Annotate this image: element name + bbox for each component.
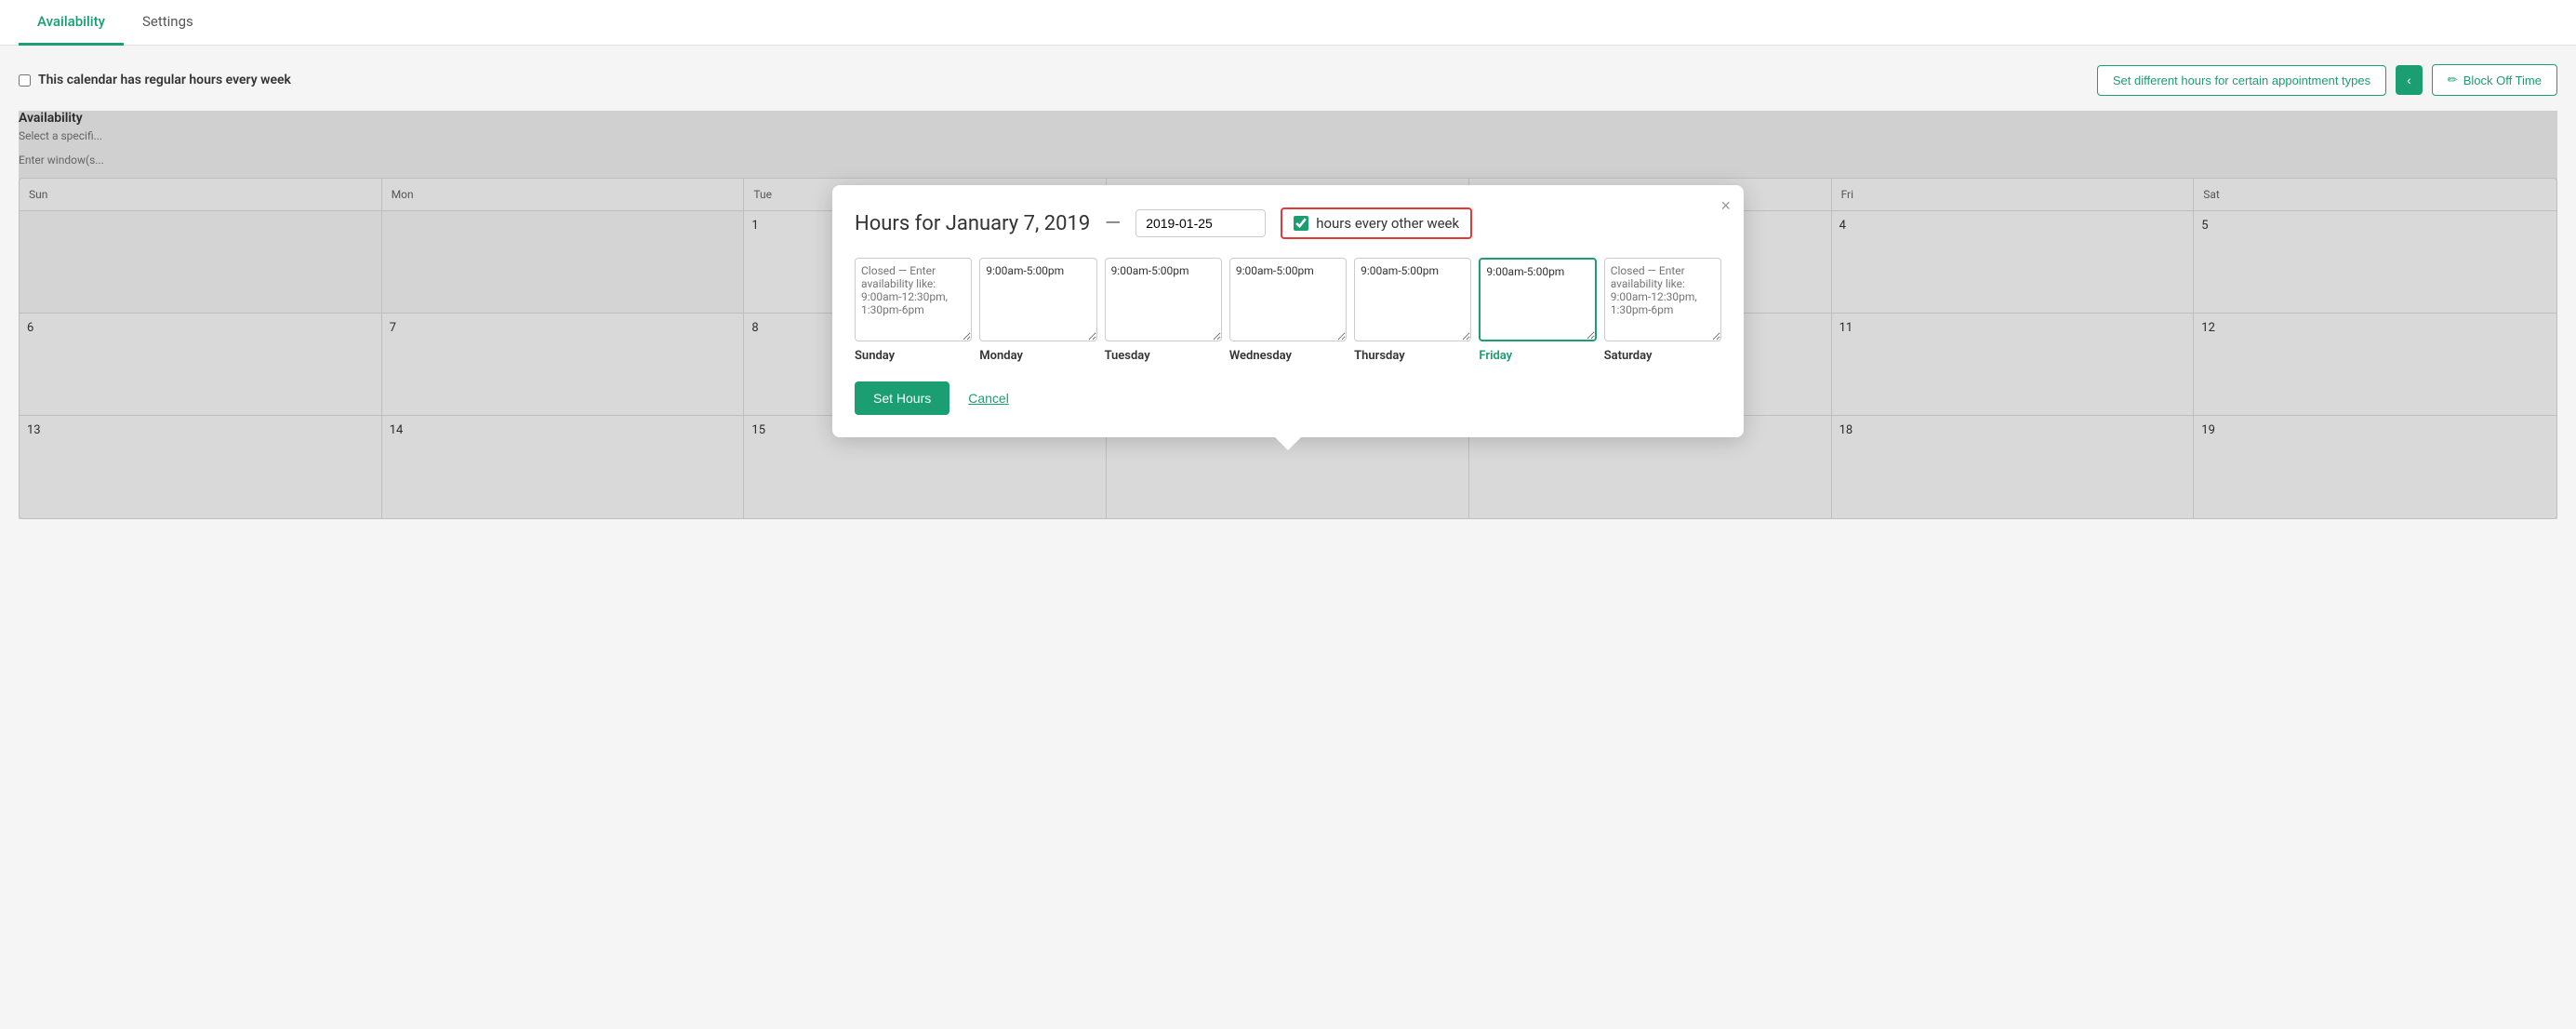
modal-overlay: × Hours for January 7, 2019 — hours ever… xyxy=(19,111,2557,519)
dash-separator: — xyxy=(1105,212,1121,235)
other-week-label: hours every other week xyxy=(1316,215,1459,232)
set-different-hours-label: Set different hours for certain appointm… xyxy=(2113,74,2370,87)
modal-footer: Set Hours Cancel xyxy=(855,381,1721,415)
day-col-saturday: Saturday xyxy=(1604,258,1721,363)
regular-hours-text: This calendar has regular hours every we… xyxy=(38,73,291,87)
tabs-bar: Availability Settings xyxy=(0,0,2576,46)
top-row: This calendar has regular hours every we… xyxy=(19,64,2557,96)
tab-settings[interactable]: Settings xyxy=(124,0,212,46)
regular-hours-label[interactable]: This calendar has regular hours every we… xyxy=(19,73,291,87)
sunday-label: Sunday xyxy=(855,345,972,363)
day-col-monday: 9:00am-5:00pm Monday xyxy=(979,258,1096,363)
other-week-checkbox[interactable] xyxy=(1294,216,1308,231)
set-hours-button[interactable]: Set Hours xyxy=(855,381,949,415)
cancel-button[interactable]: Cancel xyxy=(968,391,1009,406)
day-col-sunday: Sunday xyxy=(855,258,972,363)
modal-header: Hours for January 7, 2019 — hours every … xyxy=(855,207,1721,239)
top-buttons: Set different hours for certain appointm… xyxy=(2097,64,2557,96)
day-col-wednesday: 9:00am-5:00pm Wednesday xyxy=(1229,258,1347,363)
hours-modal: × Hours for January 7, 2019 — hours ever… xyxy=(832,185,1744,437)
friday-label: Friday xyxy=(1479,345,1596,363)
block-off-time-button[interactable]: ✏ Block Off Time xyxy=(2432,64,2557,96)
thursday-label: Thursday xyxy=(1354,345,1471,363)
day-col-friday: 9:00am-5:00pm Friday xyxy=(1479,258,1596,363)
block-off-time-label: Block Off Time xyxy=(2463,74,2542,87)
sunday-textarea[interactable] xyxy=(855,258,972,341)
chevron-left-icon[interactable]: ‹ xyxy=(2396,65,2423,95)
tuesday-label: Tuesday xyxy=(1105,345,1222,363)
modal-close-button[interactable]: × xyxy=(1720,196,1731,216)
main-content: This calendar has regular hours every we… xyxy=(0,46,2576,538)
day-col-thursday: 9:00am-5:00pm Thursday xyxy=(1354,258,1471,363)
tab-availability[interactable]: Availability xyxy=(19,0,124,46)
friday-textarea[interactable]: 9:00am-5:00pm xyxy=(1479,258,1596,341)
thursday-textarea[interactable]: 9:00am-5:00pm xyxy=(1354,258,1471,341)
saturday-textarea[interactable] xyxy=(1604,258,1721,341)
regular-hours-checkbox[interactable] xyxy=(19,74,31,87)
wednesday-textarea[interactable]: 9:00am-5:00pm xyxy=(1229,258,1347,341)
modal-caret xyxy=(1275,437,1301,450)
modal-checkbox-row: hours every other week xyxy=(1281,207,1472,239)
monday-textarea[interactable]: 9:00am-5:00pm xyxy=(979,258,1096,341)
saturday-label: Saturday xyxy=(1604,345,1721,363)
tuesday-textarea[interactable]: 9:00am-5:00pm xyxy=(1105,258,1222,341)
modal-date-input[interactable] xyxy=(1135,209,1266,237)
wednesday-label: Wednesday xyxy=(1229,345,1347,363)
days-grid: Sunday 9:00am-5:00pm Monday 9:00am-5:00p… xyxy=(855,258,1721,363)
pencil-icon: ✏ xyxy=(2448,73,2458,87)
set-different-hours-button[interactable]: Set different hours for certain appointm… xyxy=(2097,65,2386,96)
day-col-tuesday: 9:00am-5:00pm Tuesday xyxy=(1105,258,1222,363)
modal-title: Hours for January 7, 2019 xyxy=(855,212,1090,235)
monday-label: Monday xyxy=(979,345,1096,363)
